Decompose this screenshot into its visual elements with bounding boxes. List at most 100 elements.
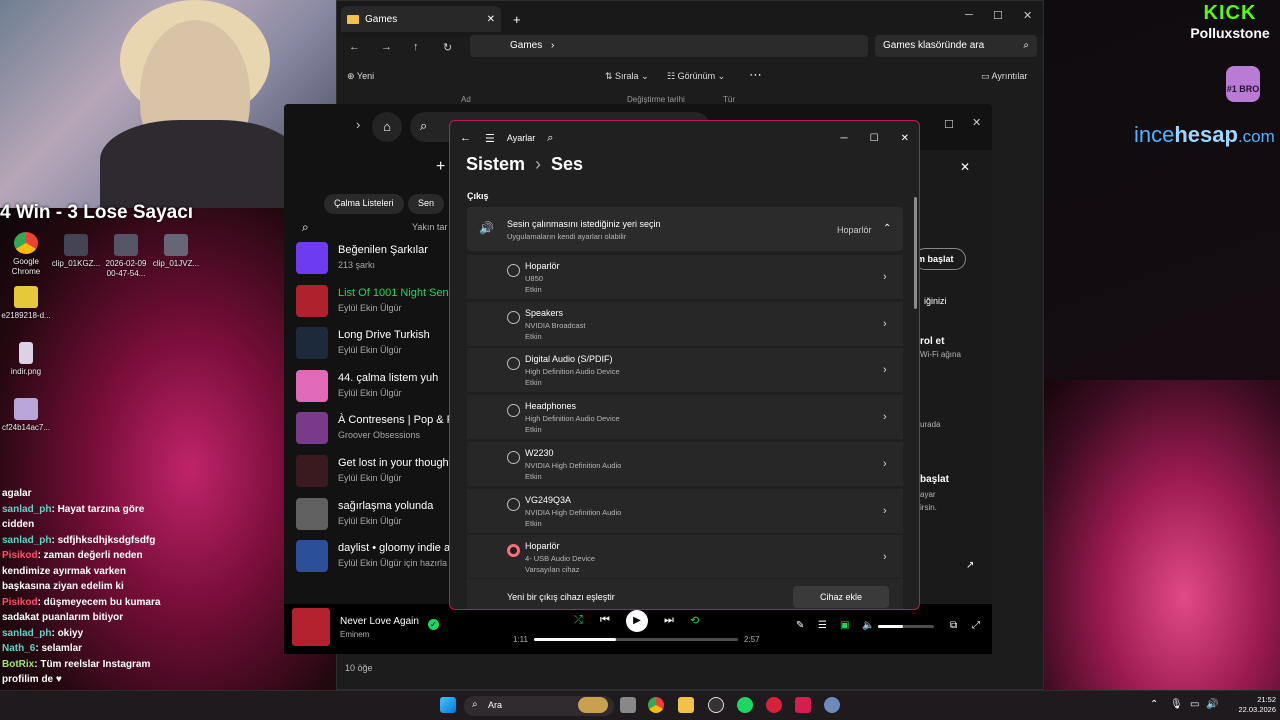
chevron-right-icon[interactable]: ›	[883, 271, 887, 283]
app-red-icon[interactable]	[766, 697, 782, 713]
chevron-up-icon[interactable]: ⌃	[883, 223, 891, 234]
col-date[interactable]: Değiştirme tarihi	[627, 95, 685, 104]
sound-icon[interactable]: 🔊	[1206, 699, 1218, 710]
panel-close-icon[interactable]: ✕	[960, 160, 970, 174]
desktop-icon-file-e21[interactable]: e2189218-d...	[0, 286, 52, 321]
start-button[interactable]: m başlat	[914, 248, 966, 270]
mic-icon[interactable]: 🎙	[1170, 699, 1183, 710]
clock[interactable]: 21:52 22.03.2026	[1222, 695, 1276, 715]
volume-slider[interactable]	[878, 625, 934, 628]
repeat-icon[interactable]: ⟲	[690, 614, 699, 627]
miniplayer-icon[interactable]: ⧉	[950, 620, 957, 631]
track-artist[interactable]: Eminem	[340, 630, 369, 639]
back-icon[interactable]: ←	[460, 132, 471, 144]
track-title[interactable]: Never Love Again	[340, 616, 419, 627]
back-icon[interactable]: ←	[349, 41, 360, 53]
widgets-icon[interactable]	[578, 697, 608, 713]
home-button[interactable]: ⌂	[372, 112, 402, 142]
add-device-button[interactable]: Cihaz ekle	[793, 586, 889, 608]
spotify-icon[interactable]	[737, 697, 753, 713]
breadcrumb-parent[interactable]: Sistem	[466, 154, 525, 174]
device-radio[interactable]	[507, 544, 520, 558]
audio-device-row[interactable]: VG249Q3A NVIDIA High Definition Audio Etki…	[467, 487, 903, 533]
col-name[interactable]: Ad	[461, 95, 471, 104]
obs-icon[interactable]	[708, 697, 724, 713]
explorer-icon[interactable]	[678, 697, 694, 713]
app-check-icon[interactable]	[795, 697, 811, 713]
chevron-right-icon[interactable]: ›	[883, 551, 887, 563]
start-icon[interactable]	[440, 697, 456, 713]
settings-minimize-icon[interactable]: ─	[841, 133, 848, 144]
desktop-icon-recording[interactable]: 2026-02-09 00-47-54...	[100, 234, 152, 279]
desktop-icon-cf24[interactable]: cf24b14ac7...	[0, 398, 52, 433]
up-icon[interactable]: ↑	[413, 41, 419, 53]
next-icon[interactable]: ⏭	[664, 614, 674, 627]
device-radio[interactable]	[507, 404, 520, 418]
desktop-icon-indir[interactable]: indir.png	[0, 342, 52, 377]
external-link-icon[interactable]: ↗	[966, 560, 974, 571]
settings-scrollbar[interactable]	[914, 197, 917, 309]
queue-icon[interactable]: ☰	[818, 620, 827, 631]
tray-chevron-icon[interactable]: ⌃	[1150, 699, 1158, 710]
explorer-maximize-icon[interactable]: ☐	[993, 9, 1003, 22]
view-button[interactable]: ☷ Görünüm ⌄	[667, 71, 725, 82]
network-icon[interactable]: ▭	[1190, 699, 1199, 710]
settings-icon[interactable]	[824, 697, 840, 713]
explorer-tab[interactable]: Games ✕	[341, 6, 501, 32]
refresh-icon[interactable]: ↻	[443, 41, 452, 54]
chevron-right-icon[interactable]: ›	[883, 505, 887, 517]
col-type[interactable]: Tür	[723, 95, 735, 104]
desktop-icon-chrome[interactable]: Google Chrome	[0, 232, 52, 277]
previous-icon[interactable]: ⏮	[600, 614, 610, 627]
device-radio[interactable]	[507, 497, 520, 511]
forward-icon[interactable]: →	[381, 41, 392, 53]
output-selector[interactable]: 🔊 Sesin çalınmasını istediğiniz yeri seç…	[467, 207, 903, 251]
audio-device-row[interactable]: Digital Audio (S/PDIF) High Definition Au…	[467, 347, 903, 393]
close-tab-icon[interactable]: ✕	[487, 14, 495, 25]
explorer-search-input[interactable]: Games klasöründe ara ⌕	[875, 35, 1037, 57]
details-button[interactable]: ▭ Ayrıntılar	[981, 71, 1027, 82]
task-view-icon[interactable]	[620, 697, 636, 713]
desktop-icon-clip-1[interactable]: clip_01KGZ...	[50, 234, 102, 269]
chevron-right-icon[interactable]: ›	[883, 458, 887, 470]
album-cover[interactable]	[292, 608, 330, 646]
audio-device-row[interactable]: Speakers NVIDIA Broadcast Etkin ›	[467, 300, 903, 346]
chevron-right-icon[interactable]: ›	[883, 411, 887, 423]
lyrics-icon[interactable]: ✎	[796, 620, 804, 631]
explorer-minimize-icon[interactable]: ─	[965, 9, 973, 21]
chrome-icon[interactable]	[648, 697, 664, 713]
library-search-icon[interactable]: ⌕	[302, 220, 309, 235]
device-radio[interactable]	[507, 310, 520, 324]
spotify-menu-icon[interactable]: ›	[356, 117, 360, 132]
nav-menu-icon[interactable]: ☰	[485, 132, 495, 145]
new-tab-icon[interactable]: +	[513, 12, 521, 27]
volume-icon[interactable]: 🔈	[862, 620, 874, 631]
sort-button[interactable]: ⇅ Sırala ⌄	[605, 71, 649, 82]
device-radio[interactable]	[507, 450, 520, 464]
connect-device-icon[interactable]: ▣	[840, 620, 849, 631]
desktop-icon-clip-2[interactable]: clip_01JVZ...	[150, 234, 202, 269]
spotify-close-icon[interactable]: ✕	[972, 116, 981, 129]
chevron-right-icon[interactable]: ›	[883, 318, 887, 330]
audio-device-row[interactable]: Hoparlör U850 Etkin ›	[467, 254, 903, 299]
shuffle-icon[interactable]: ⤮	[574, 614, 583, 627]
search-icon[interactable]: ⌕	[547, 132, 553, 145]
recent-sort[interactable]: Yakın tar	[412, 222, 447, 232]
progress-bar[interactable]	[534, 638, 738, 641]
more-options-icon[interactable]: ⋯	[749, 67, 762, 83]
audio-device-row[interactable]: W2230 NVIDIA High Definition Audio Etkin ›	[467, 440, 903, 486]
chip-you[interactable]: Sen	[408, 194, 445, 214]
settings-close-icon[interactable]: ✕	[901, 133, 909, 144]
breadcrumb[interactable]: Games	[510, 40, 542, 51]
address-bar[interactable]: Games ›	[470, 35, 868, 57]
device-radio[interactable]	[507, 357, 520, 371]
audio-device-row[interactable]: Hoparlör 4- USB Audio Device Varsayılan ci…	[467, 534, 903, 580]
explorer-close-icon[interactable]: ✕	[1023, 9, 1032, 22]
added-check-icon[interactable]: ✓	[428, 619, 439, 630]
spotify-maximize-icon[interactable]: ☐	[944, 118, 954, 131]
new-button[interactable]: ⊕ Yeni	[347, 71, 374, 82]
settings-maximize-icon[interactable]: ☐	[870, 133, 879, 144]
chip-playlists[interactable]: Çalma Listeleri	[324, 194, 404, 214]
play-button[interactable]: ▶	[626, 610, 648, 632]
audio-device-row[interactable]: Headphones High Definition Audio Device Et…	[467, 394, 903, 440]
